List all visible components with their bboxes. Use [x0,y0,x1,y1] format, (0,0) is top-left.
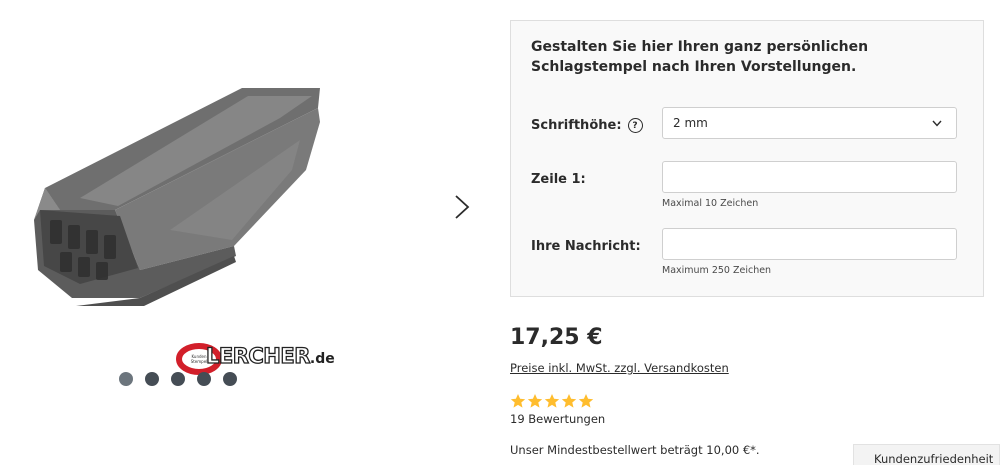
font-height-label: Schrifthöhe: ? [531,118,643,133]
star-icon [561,394,577,408]
minimum-order-notice: Unser Mindestbestellwert beträgt 10,00 €… [510,443,760,457]
gallery-dot-1[interactable] [119,372,133,386]
font-height-selected-value: 2 mm [673,116,708,130]
question-circle-icon[interactable]: ? [627,118,643,133]
chevron-down-icon [932,120,942,127]
stamp-configurator: Gestalten Sie hier Ihren ganz persönlich… [510,20,984,297]
star-icon [510,394,526,408]
customer-satisfaction-tab[interactable]: Kundenzufriedenheit [853,444,1000,465]
line1-label: Zeile 1: [531,172,586,187]
rating-stars[interactable] [510,393,594,409]
brand-logo-text: LERCHER.de [205,343,335,368]
star-icon [544,394,560,408]
gallery-next-arrow-icon[interactable] [450,192,474,222]
message-label: Ihre Nachricht: [531,239,641,254]
gallery-dot-2[interactable] [145,372,159,386]
svg-text:Stempel: Stempel [191,359,208,364]
rating-count[interactable]: 19 Bewertungen [510,412,605,426]
star-icon [578,394,594,408]
line1-hint: Maximal 10 Zeichen [662,198,759,209]
font-height-select[interactable]: 2 mm [662,107,957,139]
star-icon [527,394,543,408]
product-gallery: Kunden Stempel LERCHER.de [0,0,490,465]
gallery-dots [119,372,237,386]
configurator-title: Gestalten Sie hier Ihren ganz persönlich… [531,39,869,75]
gallery-dot-3[interactable] [171,372,185,386]
product-image[interactable] [20,70,340,320]
gallery-dot-4[interactable] [197,372,211,386]
product-price: 17,25 € [510,325,603,350]
gallery-dot-5[interactable] [223,372,237,386]
message-input[interactable] [662,228,957,260]
line1-input[interactable] [662,161,957,193]
message-hint: Maximum 250 Zeichen [662,265,772,276]
price-note-link[interactable]: Preise inkl. MwSt. zzgl. Versandkosten [510,361,729,375]
